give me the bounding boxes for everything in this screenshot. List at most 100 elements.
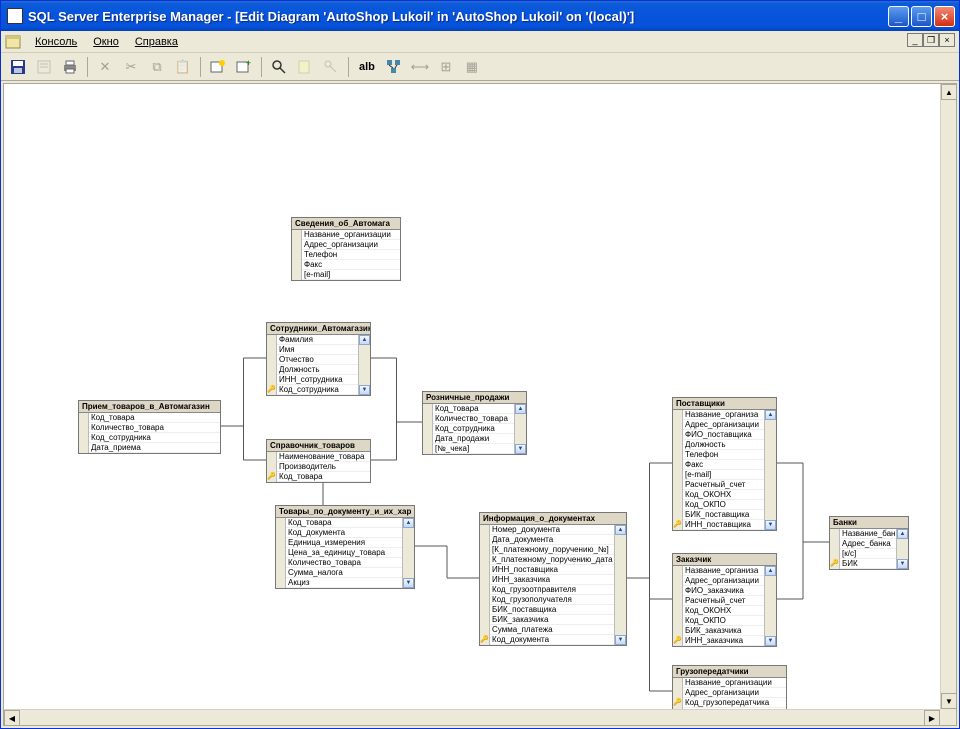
- column-name[interactable]: ИНН_сотрудника: [277, 375, 358, 385]
- table-header[interactable]: Заказчик: [673, 554, 776, 566]
- column-name[interactable]: Наименование_товара: [277, 452, 370, 462]
- column-name[interactable]: Должность: [277, 365, 358, 375]
- column-name[interactable]: Код_ОКОНХ: [683, 606, 764, 616]
- mdi-close-button[interactable]: ×: [939, 33, 955, 47]
- copy-button[interactable]: ⧉: [146, 56, 168, 78]
- column-name[interactable]: [e-mail]: [683, 470, 764, 480]
- table-sotrudniki[interactable]: Сотрудники_Автомагазина🔑ФамилияИмяОтчест…: [266, 322, 371, 396]
- column-name[interactable]: Название_организа: [683, 410, 764, 420]
- column-name[interactable]: ФИО_заказчика: [683, 586, 764, 596]
- close-button[interactable]: ×: [934, 6, 955, 27]
- column-name[interactable]: Дата_приема: [89, 443, 220, 453]
- column-name[interactable]: Код_ОКПО: [683, 500, 764, 510]
- column-name[interactable]: ИНН_поставщика: [683, 520, 764, 530]
- table-gruzo[interactable]: Грузопередатчики🔑Название_организацииАдр…: [672, 665, 787, 709]
- table-header[interactable]: Грузопередатчики: [673, 666, 786, 678]
- column-name[interactable]: Единица_измерения: [286, 538, 402, 548]
- column-name[interactable]: БИК_заказчика: [490, 615, 614, 625]
- scroll-down-button[interactable]: ▼: [941, 693, 957, 709]
- table-scroll-up[interactable]: ▲: [403, 518, 414, 528]
- table-banki[interactable]: Банки🔑Название_банкаАдрес_банка[к/с]БИК▲…: [829, 516, 909, 570]
- table-scroll-down[interactable]: ▼: [765, 636, 776, 646]
- table-scroll-up[interactable]: ▲: [515, 404, 526, 414]
- save-button[interactable]: [7, 56, 29, 78]
- column-name[interactable]: Код_ОКОНХ: [683, 490, 764, 500]
- table-header[interactable]: Поставщики: [673, 398, 776, 410]
- column-name[interactable]: Цена_за_единицу_товара: [286, 548, 402, 558]
- column-name[interactable]: Факс: [302, 260, 400, 270]
- table-header[interactable]: Сотрудники_Автомагазина: [267, 323, 370, 335]
- scroll-up-button[interactable]: ▲: [941, 84, 957, 100]
- column-name[interactable]: Расчетный_счет: [683, 596, 764, 606]
- table-header[interactable]: Справочник_товаров: [267, 440, 370, 452]
- column-name[interactable]: БИК_поставщика: [683, 510, 764, 520]
- table-header[interactable]: Банки: [830, 517, 908, 529]
- column-name[interactable]: Количество_товара: [433, 414, 514, 424]
- table-scroll-up[interactable]: ▲: [615, 525, 626, 535]
- column-name[interactable]: Код_товара: [89, 413, 220, 423]
- add-table-button[interactable]: +: [233, 56, 255, 78]
- table-scroll-down[interactable]: ▼: [515, 444, 526, 454]
- column-name[interactable]: Код_грузополучателя: [490, 595, 614, 605]
- column-name[interactable]: ИНН_поставщика: [490, 565, 614, 575]
- column-name[interactable]: Код_сотрудника: [277, 385, 358, 395]
- properties-button[interactable]: [33, 56, 55, 78]
- column-name[interactable]: [К_платежному_поручению_№]: [490, 545, 614, 555]
- table-scrollbar[interactable]: ▲▼: [764, 566, 776, 646]
- new-table-button[interactable]: [207, 56, 229, 78]
- column-name[interactable]: Количество_товара: [286, 558, 402, 568]
- table-scrollbar[interactable]: ▲▼: [764, 410, 776, 530]
- column-name[interactable]: БИК_поставщика: [490, 605, 614, 615]
- table-header[interactable]: Информация_о_документах: [480, 513, 626, 525]
- menu-window[interactable]: Окно: [85, 33, 127, 51]
- table-scroll-down[interactable]: ▼: [897, 559, 908, 569]
- column-name[interactable]: Телефон: [683, 450, 764, 460]
- column-name[interactable]: Сумма_платежа: [490, 625, 614, 635]
- table-postavshiki[interactable]: Поставщики🔑Название_организаАдрес_органи…: [672, 397, 777, 531]
- relationship-button[interactable]: ⟷: [409, 56, 431, 78]
- column-name[interactable]: Название_банка: [840, 529, 896, 539]
- column-name[interactable]: Адрес_организации: [683, 420, 764, 430]
- column-name[interactable]: Код_документа: [490, 635, 614, 645]
- pagebreak-button[interactable]: ▦: [461, 56, 483, 78]
- column-name[interactable]: Название_организации: [302, 230, 400, 240]
- column-name[interactable]: Код_сотрудника: [433, 424, 514, 434]
- autosize-button[interactable]: ⊞: [435, 56, 457, 78]
- column-name[interactable]: Дата_продажи: [433, 434, 514, 444]
- paste-button[interactable]: 📋: [172, 56, 194, 78]
- table-scroll-up[interactable]: ▲: [897, 529, 908, 539]
- zoom-label[interactable]: alb: [355, 61, 379, 73]
- column-name[interactable]: Код_документа: [286, 528, 402, 538]
- column-name[interactable]: [e-mail]: [302, 270, 400, 280]
- table-scroll-down[interactable]: ▼: [403, 578, 414, 588]
- column-name[interactable]: Код_грузопередатчика: [683, 698, 786, 708]
- table-zakazchik[interactable]: Заказчик🔑Название_организаАдрес_организа…: [672, 553, 777, 647]
- column-name[interactable]: БИК: [840, 559, 896, 569]
- menu-help[interactable]: Справка: [127, 33, 186, 51]
- column-name[interactable]: К_платежному_поручению_дата: [490, 555, 614, 565]
- column-name[interactable]: ИНН_заказчика: [683, 636, 764, 646]
- scroll-left-button[interactable]: ◀: [4, 710, 20, 726]
- maximize-button[interactable]: □: [911, 6, 932, 27]
- delete-button[interactable]: ✕: [94, 56, 116, 78]
- column-name[interactable]: ФИО_поставщика: [683, 430, 764, 440]
- mdi-restore-button[interactable]: ❐: [923, 33, 939, 47]
- table-scroll-up[interactable]: ▲: [359, 335, 370, 345]
- table-header[interactable]: Товары_по_документу_и_их_хар: [276, 506, 414, 518]
- column-name[interactable]: Номер_документа: [490, 525, 614, 535]
- column-name[interactable]: Количество_товара: [89, 423, 220, 433]
- column-name[interactable]: Телефон: [302, 250, 400, 260]
- table-tovary_doc[interactable]: Товары_по_документу_и_их_харКод_товараКо…: [275, 505, 415, 589]
- table-roznica[interactable]: Розничные_продажиКод_товараКоличество_то…: [422, 391, 527, 455]
- titlebar[interactable]: SQL Server Enterprise Manager - [Edit Di…: [1, 1, 959, 31]
- table-header[interactable]: Розничные_продажи: [423, 392, 526, 404]
- table-scroll-up[interactable]: ▲: [765, 566, 776, 576]
- column-name[interactable]: Адрес_организации: [683, 688, 786, 698]
- table-priem[interactable]: Прием_товаров_в_АвтомагазинКод_товараКол…: [78, 400, 221, 454]
- column-name[interactable]: Код_грузоотправителя: [490, 585, 614, 595]
- zoom-button[interactable]: [268, 56, 290, 78]
- column-name[interactable]: Код_товара: [433, 404, 514, 414]
- column-name[interactable]: Акциз: [286, 578, 402, 588]
- column-name[interactable]: Код_сотрудника: [89, 433, 220, 443]
- table-scroll-down[interactable]: ▼: [615, 635, 626, 645]
